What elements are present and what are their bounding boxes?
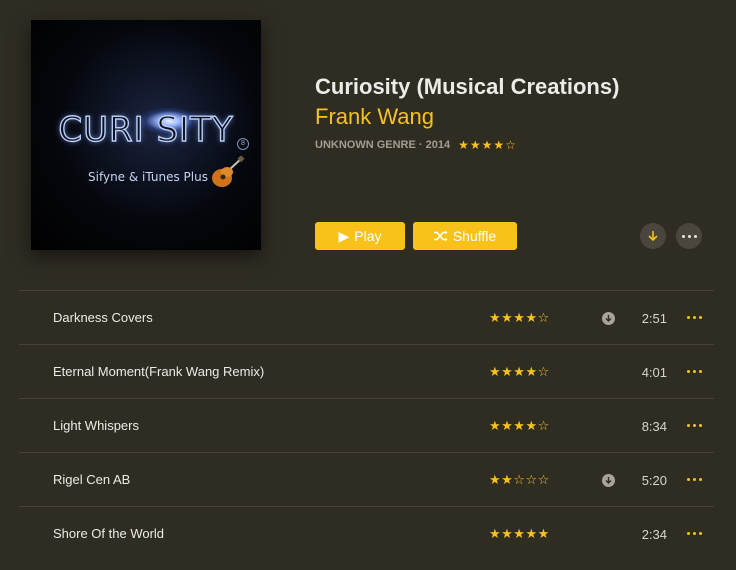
track-rating[interactable]: ★★★★☆ [489, 364, 550, 380]
more-icon [686, 423, 702, 427]
track-list: Darkness Covers ★★★★☆ 2:51 Eternal Momen… [19, 290, 714, 560]
album-meta: UNKNOWN GENRE · 2014 ★★★★☆ [315, 138, 517, 152]
track-duration: 4:01 [641, 365, 667, 380]
more-icon [686, 315, 702, 319]
more-icon [686, 531, 702, 535]
track-row[interactable]: Rigel Cen AB ★★☆☆☆ 5:20 [19, 452, 714, 506]
track-title: Darkness Covers [53, 310, 153, 325]
track-row[interactable]: Light Whispers ★★★★☆ 8:34 [19, 398, 714, 452]
track-more-button[interactable] [683, 417, 705, 433]
album-more-button[interactable] [676, 223, 702, 249]
track-download-icon[interactable] [602, 474, 615, 487]
track-title: Light Whispers [53, 418, 139, 433]
track-rating[interactable]: ★★★★☆ [489, 310, 550, 326]
shuffle-button[interactable]: Shuffle [413, 222, 517, 250]
track-row[interactable]: Shore Of the World ★★★★★ 2:34 [19, 506, 714, 560]
more-icon [681, 234, 697, 238]
track-more-button[interactable] [683, 525, 705, 541]
shuffle-icon [433, 230, 448, 242]
track-duration: 2:34 [641, 527, 667, 542]
album-title: Curiosity (Musical Creations) [315, 74, 620, 99]
track-more-button[interactable] [683, 471, 705, 487]
artwork-subtitle: Sifyne & iTunes Plus [88, 170, 208, 184]
track-row[interactable]: Eternal Moment(Frank Wang Remix) ★★★★☆ 4… [19, 344, 714, 398]
track-rating[interactable]: ★★☆☆☆ [489, 472, 550, 488]
track-row[interactable]: Darkness Covers ★★★★☆ 2:51 [19, 290, 714, 344]
play-button[interactable]: ▶ Play [315, 222, 405, 250]
download-album-button[interactable] [640, 223, 666, 249]
track-title: Shore Of the World [53, 526, 165, 541]
shuffle-label: Shuffle [452, 228, 497, 244]
more-icon [686, 477, 702, 481]
track-download-icon[interactable] [602, 312, 615, 325]
track-more-button[interactable] [683, 363, 705, 379]
track-duration: 2:51 [641, 311, 667, 326]
album-artwork[interactable]: CURI SITY 8 Sifyne & iTunes Plus [31, 20, 261, 250]
track-more-button[interactable] [683, 309, 705, 325]
artist-link[interactable]: Frank Wang [315, 104, 434, 130]
track-duration: 5:20 [641, 473, 667, 488]
more-icon [686, 369, 702, 373]
track-rating[interactable]: ★★★★☆ [489, 418, 550, 434]
artwork-title-text: CURI SITY [58, 109, 234, 150]
genre-year-label: UNKNOWN GENRE · 2014 [315, 139, 451, 151]
guitar-icon [212, 156, 245, 187]
track-duration: 8:34 [641, 419, 667, 434]
track-rating[interactable]: ★★★★★ [489, 526, 550, 542]
track-title: Eternal Moment(Frank Wang Remix) [53, 364, 265, 379]
artwork-badge: 8 [237, 138, 249, 150]
download-icon [648, 230, 658, 241]
album-rating[interactable]: ★★★★☆ [458, 138, 517, 152]
play-icon: ▶ [338, 227, 350, 244]
play-label: Play [354, 228, 382, 244]
track-title: Rigel Cen AB [53, 472, 131, 487]
